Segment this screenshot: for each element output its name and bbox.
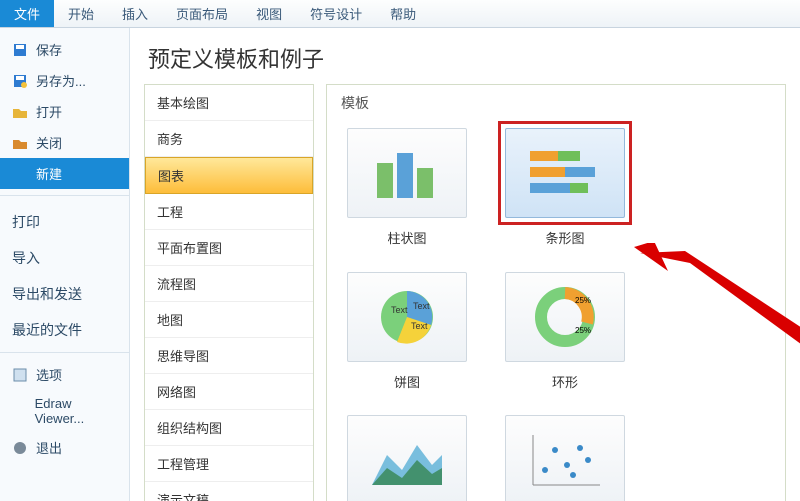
svg-text:Text: Text <box>411 321 428 331</box>
sidebar-item-label: 关闭 <box>36 133 62 152</box>
category-item[interactable]: 图表 <box>145 157 313 194</box>
template-thumb: 25% 25% <box>505 272 625 362</box>
file-sidebar: 保存另存为... 打开关闭新建打印导入导出和发送最近的文件选项 Edraw View… <box>0 28 130 501</box>
template-thumb <box>347 128 467 218</box>
sidebar-item[interactable]: 关闭 <box>0 127 129 158</box>
category-item[interactable]: 平面布置图 <box>145 230 313 266</box>
template-thumb: TextTextText <box>347 272 467 362</box>
svg-text:Text: Text <box>413 301 430 311</box>
svg-text:Text: Text <box>391 305 408 315</box>
category-item[interactable]: 思维导图 <box>145 338 313 374</box>
sidebar-item-label: 保存 <box>36 40 62 59</box>
template-item[interactable]: 25% 25% 环形 <box>495 265 635 391</box>
close-icon <box>12 135 28 151</box>
save-as-icon <box>12 73 28 89</box>
sidebar-item[interactable]: 最近的文件 <box>0 310 129 346</box>
svg-text:25%: 25% <box>575 326 591 335</box>
sidebar-item-label: 另存为... <box>36 71 86 90</box>
sidebar-item[interactable]: 保存 <box>0 34 129 65</box>
template-item[interactable]: TextTextText饼图 <box>337 265 477 391</box>
template-item[interactable]: 面积图 <box>337 408 477 501</box>
sidebar-item[interactable]: 打印 <box>0 202 129 238</box>
category-item[interactable]: 地图 <box>145 302 313 338</box>
sidebar-item-label: 新建 <box>36 164 62 183</box>
template-label: 环形 <box>552 375 578 391</box>
category-panel: 基本绘图商务图表工程平面布置图流程图地图思维导图网络图组织结构图工程管理演示文稿… <box>144 84 314 501</box>
page-title: 预定义模板和例子 <box>148 42 786 74</box>
viewer-icon <box>12 403 27 419</box>
category-item[interactable]: 演示文稿 <box>145 482 313 501</box>
menu-tab-2[interactable]: 插入 <box>108 0 162 27</box>
save-icon <box>12 42 28 58</box>
sidebar-item-label: 打开 <box>36 102 62 121</box>
menu-tab-3[interactable]: 页面布局 <box>162 0 242 27</box>
sidebar-item[interactable]: 退出 <box>0 432 129 463</box>
open-icon <box>12 104 28 120</box>
sidebar-item[interactable]: 新建 <box>0 158 129 189</box>
template-item[interactable]: 柱状图 <box>337 121 477 247</box>
exit-icon <box>12 440 28 456</box>
menu-tab-0[interactable]: 文件 <box>0 0 54 27</box>
template-grid: 柱状图条形图TextTextText饼图25%25%环形面积图散点图蜘蛛网图，雷… <box>337 121 775 501</box>
template-item[interactable]: 散点图 <box>495 408 635 501</box>
template-item[interactable]: 条形图 <box>495 121 635 247</box>
template-label: 条形图 <box>545 231 584 247</box>
sidebar-item[interactable]: 另存为... <box>0 65 129 96</box>
sidebar-item[interactable]: 导出和发送 <box>0 274 129 310</box>
template-label: 饼图 <box>394 375 420 391</box>
templates-panel: 模板 柱状图条形图TextTextText饼图25%25%环形面积图散点图蜘蛛网… <box>326 84 786 501</box>
sidebar-item[interactable]: 选项 <box>0 359 129 390</box>
sidebar-item[interactable]: 打开 <box>0 96 129 127</box>
template-thumb <box>505 128 625 218</box>
category-item[interactable]: 商务 <box>145 121 313 157</box>
sidebar-item[interactable]: 导入 <box>0 238 129 274</box>
category-item[interactable]: 工程 <box>145 194 313 230</box>
sidebar-item-label: Edraw Viewer... <box>35 396 117 426</box>
menu-tab-5[interactable]: 符号设计 <box>296 0 376 27</box>
template-thumb <box>347 415 467 501</box>
menu-tab-6[interactable]: 帮助 <box>376 0 430 27</box>
templates-section-label: 模板 <box>341 93 775 113</box>
category-item[interactable]: 工程管理 <box>145 446 313 482</box>
category-item[interactable]: 组织结构图 <box>145 410 313 446</box>
menu-tab-4[interactable]: 视图 <box>242 0 296 27</box>
sidebar-item-label: 退出 <box>36 438 62 457</box>
options-icon <box>12 367 28 383</box>
sidebar-item-label: 选项 <box>36 365 62 384</box>
svg-text:25%: 25% <box>575 296 591 305</box>
category-item[interactable]: 流程图 <box>145 266 313 302</box>
template-thumb <box>505 415 625 501</box>
menubar: 文件开始插入页面布局视图符号设计帮助 <box>0 0 800 28</box>
category-item[interactable]: 基本绘图 <box>145 85 313 121</box>
template-label: 柱状图 <box>387 231 426 247</box>
category-item[interactable]: 网络图 <box>145 374 313 410</box>
sidebar-item[interactable]: Edraw Viewer... <box>0 390 129 432</box>
menu-tab-1[interactable]: 开始 <box>54 0 108 27</box>
